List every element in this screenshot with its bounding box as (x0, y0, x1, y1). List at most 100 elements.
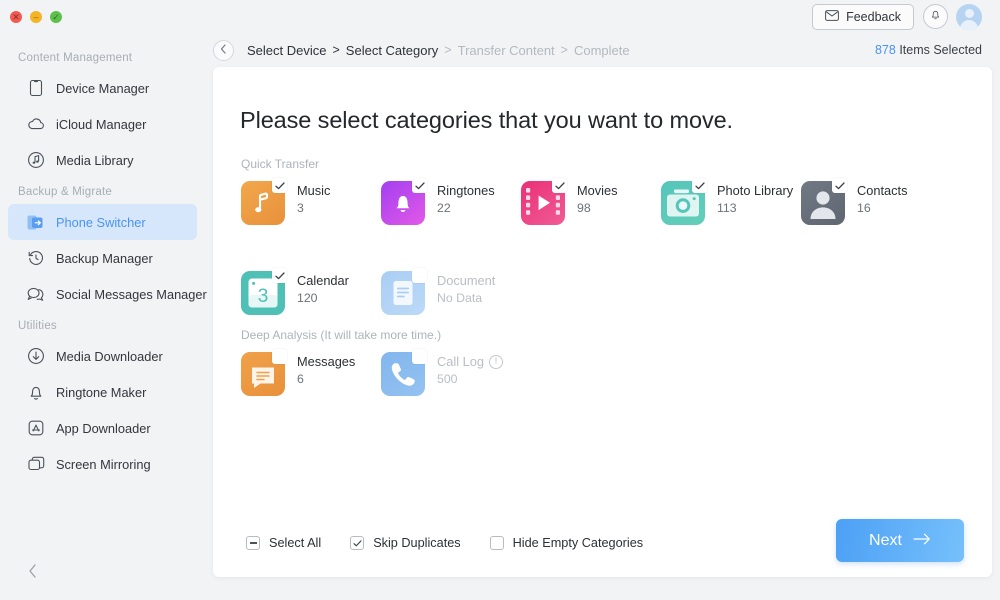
bell-icon (26, 382, 46, 402)
sidebar-item-label: App Downloader (56, 420, 151, 436)
category-name: Calendar (297, 273, 349, 288)
window-traffic-lights: ✕ – ✓ (10, 11, 62, 23)
category-text: Document No Data (437, 269, 495, 307)
option-label: Select All (269, 536, 322, 550)
category-icon-wrap[interactable] (381, 349, 427, 396)
category-ringtones[interactable]: Ringtones 22 (381, 178, 521, 250)
back-button[interactable] (213, 39, 234, 61)
category-count: 120 (297, 291, 318, 305)
option-label: Skip Duplicates (373, 536, 461, 550)
category-icon-wrap[interactable] (241, 178, 287, 225)
category-count: 98 (577, 201, 591, 215)
main-pane: Feedback Select Device > Select Category… (205, 0, 1000, 600)
category-checkbox-unchecked[interactable] (412, 349, 427, 364)
category-checkbox-checked[interactable] (272, 268, 287, 283)
category-checkbox-checked[interactable] (412, 178, 427, 193)
category-icon-wrap[interactable] (661, 178, 707, 225)
category-text: Call Log ! 500 (437, 350, 503, 388)
category-call-log[interactable]: Call Log ! 500 (381, 349, 521, 421)
breadcrumb-step-complete: Complete (573, 42, 630, 58)
option-select-all[interactable]: Select All (246, 536, 321, 550)
sidebar-item-label: Media Library (56, 152, 134, 168)
category-icon-wrap[interactable] (801, 178, 847, 225)
category-checkbox-unchecked[interactable] (412, 268, 427, 283)
sidebar-item-label: Ringtone Maker (56, 384, 147, 400)
category-checkbox-unchecked[interactable] (272, 349, 287, 364)
category-movies[interactable]: Movies 98 (521, 178, 661, 250)
category-checkbox-checked[interactable] (552, 178, 567, 193)
category-count: 113 (717, 201, 737, 215)
category-grid-deep-analysis: Messages 6 Call Log ! 500 (241, 349, 971, 421)
next-button[interactable]: Next (836, 519, 964, 562)
minimize-window-button[interactable]: – (30, 11, 42, 23)
avatar[interactable] (956, 3, 982, 30)
collapse-sidebar-button[interactable] (24, 562, 42, 580)
category-music[interactable]: Music 3 (241, 178, 381, 250)
sidebar-item-phone-switcher[interactable]: Phone Switcher (8, 204, 197, 240)
category-contacts[interactable]: Contacts 16 (801, 178, 941, 250)
sidebar-item-screen-mirroring[interactable]: Screen Mirroring (8, 446, 197, 482)
sidebar-item-media-downloader[interactable]: Media Downloader (8, 338, 197, 374)
info-icon[interactable]: ! (488, 355, 503, 369)
notifications-button[interactable] (923, 4, 948, 29)
sidebar-item-icloud-manager[interactable]: iCloud Manager (8, 106, 197, 142)
category-name: Movies (577, 183, 618, 198)
checkbox-indeterminate[interactable] (246, 536, 260, 550)
avatar-head (964, 8, 974, 18)
sidebar-item-device-manager[interactable]: Device Manager (8, 70, 197, 106)
breadcrumb-step-select-category[interactable]: Select Category (346, 43, 439, 58)
checkbox-checked[interactable] (350, 536, 365, 550)
category-text: Calendar 120 (297, 269, 349, 307)
device-icon (26, 78, 46, 98)
category-icon-wrap[interactable]: 3 (241, 268, 287, 315)
category-icon-wrap[interactable] (241, 349, 287, 396)
footer-options: Select All Skip Duplicates Hide Empty Ca… (246, 536, 643, 550)
bell-icon (929, 8, 942, 26)
category-count: 6 (297, 372, 304, 386)
sidebar-nav: Content Management Device Manager iCloud… (0, 44, 207, 482)
close-window-button[interactable]: ✕ (10, 11, 22, 23)
category-count: 3 (297, 201, 304, 215)
option-label: Hide Empty Categories (512, 536, 644, 550)
checkbox-unchecked[interactable] (489, 536, 504, 550)
category-icon-wrap[interactable] (381, 268, 427, 315)
option-hide-empty-categories[interactable]: Hide Empty Categories (489, 536, 644, 550)
category-text: Ringtones 22 (437, 179, 495, 217)
section-label-deep-analysis: Deep Analysis (It will take more time.) (241, 328, 442, 342)
category-icon-wrap[interactable] (521, 178, 567, 225)
category-name: Photo Library (717, 183, 794, 198)
items-selected-count: 878 (874, 43, 896, 57)
maximize-window-button[interactable]: ✓ (50, 11, 62, 23)
arrow-right-icon (913, 532, 931, 550)
sidebar-item-ringtone-maker[interactable]: Ringtone Maker (8, 374, 197, 410)
category-count: 500 (437, 372, 458, 386)
category-messages[interactable]: Messages 6 (241, 349, 381, 421)
sidebar-item-media-library[interactable]: Media Library (8, 142, 197, 178)
category-checkbox-checked[interactable] (692, 178, 707, 193)
breadcrumb: Select Device > Select Category > Transf… (205, 33, 1000, 67)
sidebar: ✕ – ✓ Content Management Device Manager … (0, 0, 207, 600)
category-name: Ringtones (437, 183, 495, 198)
category-name: Contacts (857, 183, 908, 198)
content-card: Please select categories that you want t… (213, 67, 992, 577)
category-photo-library[interactable]: Photo Library 113 (661, 178, 801, 250)
category-checkbox-checked[interactable] (832, 178, 847, 193)
section-label-quick-transfer: Quick Transfer (241, 157, 320, 171)
download-circle-icon (26, 346, 46, 366)
clock-restore-icon (26, 248, 46, 268)
category-text: Contacts 16 (857, 179, 908, 217)
card-footer: Select All Skip Duplicates Hide Empty Ca… (213, 497, 992, 577)
dash-glyph (249, 542, 257, 544)
breadcrumb-step-select-device[interactable]: Select Device (247, 43, 326, 58)
feedback-button[interactable]: Feedback (812, 3, 914, 30)
sidebar-item-social-messages-manager[interactable]: Social Messages Manager (8, 276, 207, 312)
chevron-left-icon (29, 564, 36, 578)
option-skip-duplicates[interactable]: Skip Duplicates (350, 536, 461, 550)
category-checkbox-checked[interactable] (272, 178, 287, 193)
category-count: 16 (857, 201, 871, 215)
breadcrumb-steps: Select Device > Select Category > Transf… (247, 43, 630, 58)
category-text: Photo Library 113 (717, 179, 793, 217)
sidebar-item-backup-manager[interactable]: Backup Manager (8, 240, 197, 276)
sidebar-item-app-downloader[interactable]: App Downloader (8, 410, 197, 446)
category-icon-wrap[interactable] (381, 178, 427, 225)
